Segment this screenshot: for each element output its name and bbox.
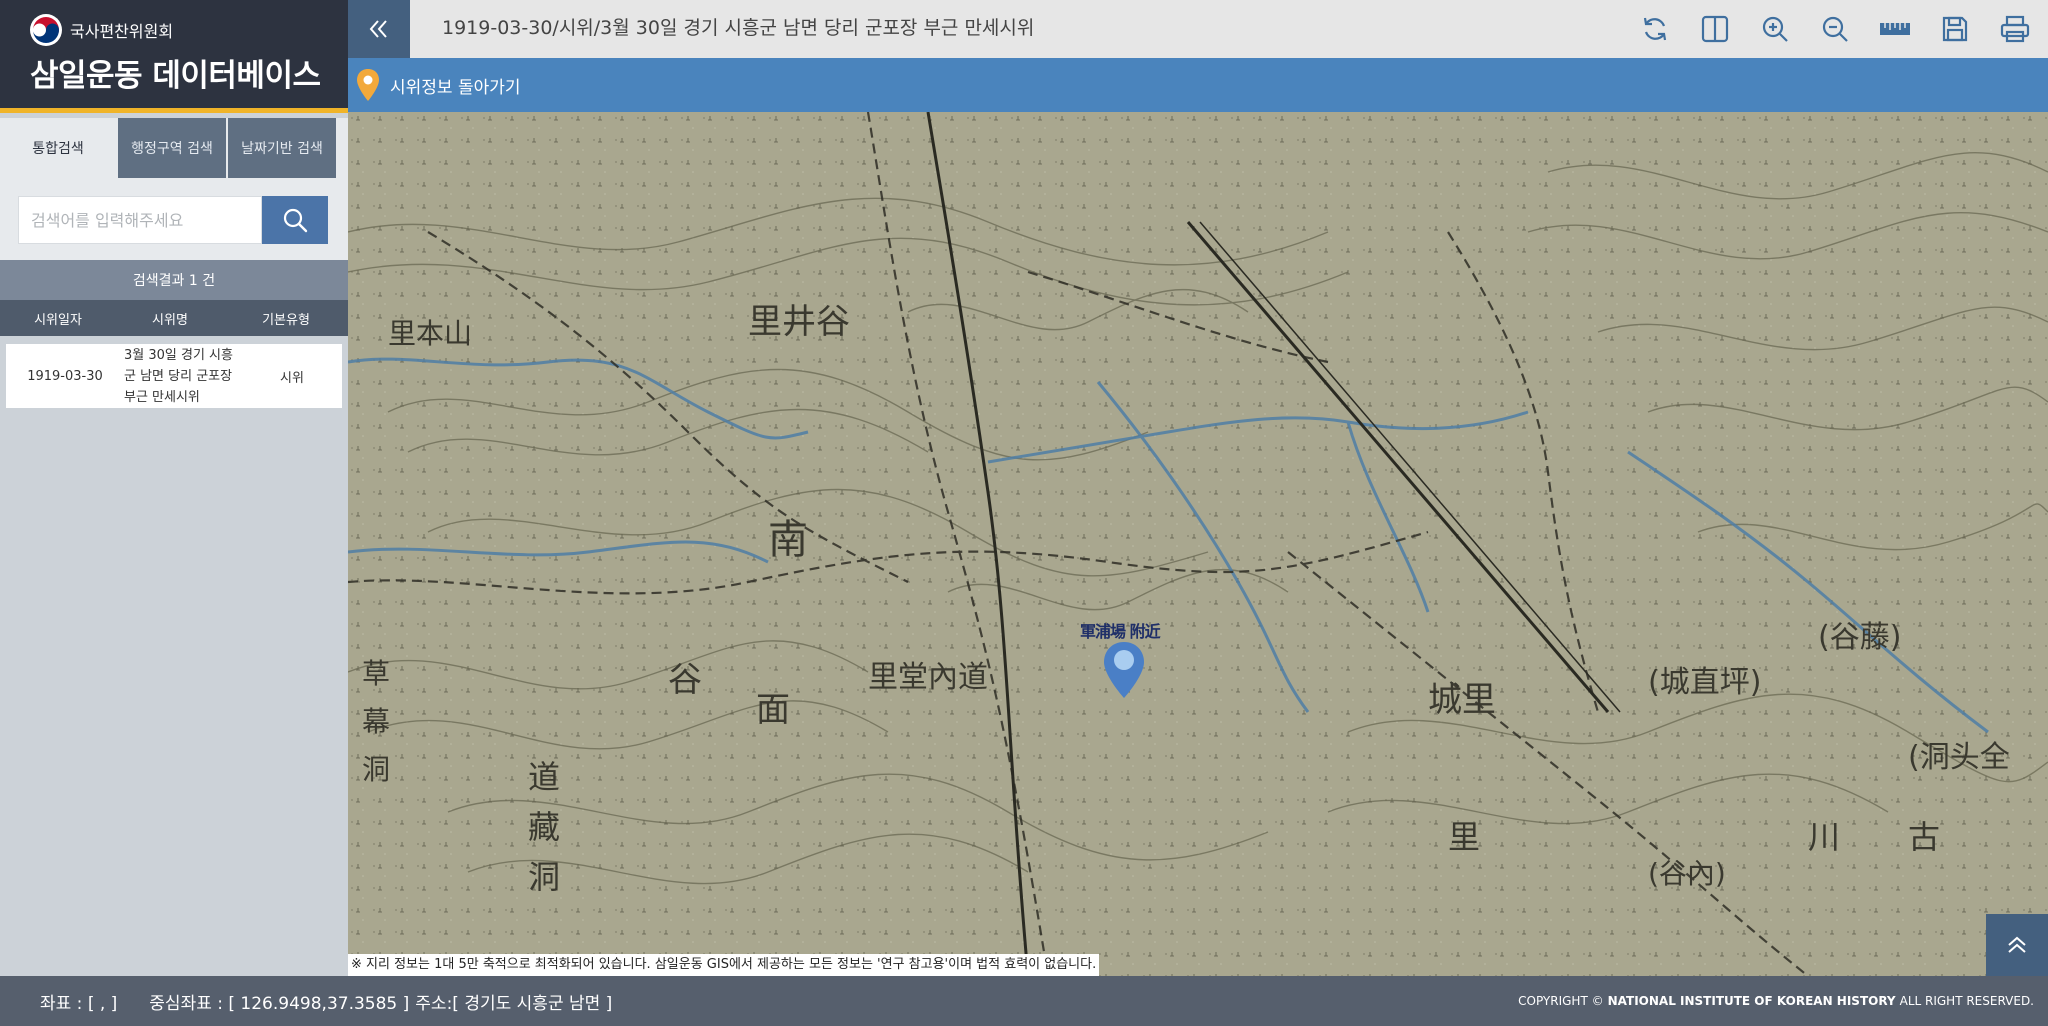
ruler-icon xyxy=(1880,23,1910,35)
double-chevron-left-icon xyxy=(369,20,387,38)
column-header-date: 시위일자 xyxy=(34,312,82,328)
map-label: (城直坪) xyxy=(1648,665,1762,700)
map-label: 洞 xyxy=(362,753,391,786)
search-button[interactable] xyxy=(262,196,328,244)
page-title: 1919-03-30/시위/3월 30일 경기 시흥군 남면 당리 군포장 부근… xyxy=(442,17,1035,39)
back-bar-label: 시위정보 돌아가기 xyxy=(390,77,521,98)
map-label: 里 xyxy=(1448,818,1481,856)
zoom-in-button[interactable] xyxy=(1752,6,1798,52)
refresh-icon xyxy=(1643,17,1667,41)
zoom-out-icon xyxy=(1822,16,1848,42)
copyright-suffix: ALL RIGHT RESERVED. xyxy=(1899,994,2034,1008)
search-area xyxy=(0,178,348,260)
column-header-name: 시위명 xyxy=(152,312,188,328)
historic-map-image xyxy=(348,112,2048,976)
save-icon xyxy=(1942,16,1968,42)
split-view-button[interactable] xyxy=(1692,6,1738,52)
zoom-in-icon xyxy=(1762,16,1788,42)
app-title[interactable]: 삼일운동 데이터베이스 xyxy=(30,50,321,95)
column-header-type: 기본유형 xyxy=(262,312,310,328)
refresh-button[interactable] xyxy=(1632,6,1678,52)
ruler-button[interactable] xyxy=(1872,6,1918,52)
marker-label: 軍浦場 附近 xyxy=(1080,622,1161,641)
search-icon xyxy=(283,208,308,233)
map-label: 里井谷 xyxy=(748,302,850,342)
copyright-prefix: COPYRIGHT © xyxy=(1518,994,1604,1008)
row-name: 3월 30일 경기 시흥군 남면 당리 군포장 부근 만세시위 xyxy=(124,347,233,405)
map-label: (谷內) xyxy=(1648,857,1726,890)
map-marker-icon[interactable] xyxy=(1102,640,1146,700)
map-label: 道 xyxy=(528,758,561,796)
copyright-org: NATIONAL INSTITUTE OF KOREAN HISTORY xyxy=(1607,994,1896,1008)
collapse-sidebar-button[interactable] xyxy=(348,0,410,58)
row-date: 1919-03-30 xyxy=(27,368,103,384)
map-label: 草 xyxy=(362,657,391,690)
map-label: 幕 xyxy=(362,705,391,738)
map-label: 洞 xyxy=(528,858,561,896)
map-notice: ※ 지리 정보는 1대 5만 축적으로 최적화되어 있습니다. 삼일운동 GIS… xyxy=(348,954,1100,976)
map-label: (谷藤) xyxy=(1818,620,1902,655)
print-button[interactable] xyxy=(1992,6,2038,52)
map-label: 城里 xyxy=(1428,680,1496,720)
org-logo[interactable]: 국사편찬위원회 xyxy=(30,14,173,46)
table-row[interactable]: 1919-03-30 3월 30일 경기 시흥군 남면 당리 군포장 부근 만세… xyxy=(6,344,342,408)
print-icon xyxy=(2000,15,2030,43)
map-label: 川 xyxy=(1808,818,1841,856)
result-table-header: 시위일자 시위명 기본유형 xyxy=(0,300,348,336)
map-label: 南 xyxy=(768,517,808,563)
org-name: 국사편찬위원회 xyxy=(70,22,174,41)
address: 주소:[ 경기도 시흥군 남면 ] xyxy=(415,993,613,1014)
row-type: 시위 xyxy=(280,370,304,386)
map-label: 谷 xyxy=(668,660,702,700)
split-view-icon xyxy=(1701,15,1729,43)
center-coords: 중심좌표 : [ 126.9498,37.3585 ] xyxy=(149,993,410,1014)
map-label: 藏 xyxy=(528,808,561,846)
tab-integrated-search[interactable]: 통합검색 xyxy=(0,118,116,178)
brand-header: 국사편찬위원회 삼일운동 데이터베이스 xyxy=(0,0,348,113)
map-label: 里堂內道 xyxy=(868,660,988,695)
sidebar: 국사편찬위원회 삼일운동 데이터베이스 통합검색 행정구역 검색 날짜기반 검색… xyxy=(0,0,348,976)
map-label: 古 xyxy=(1908,818,1941,856)
footer: 좌표 : [ , ] 중심좌표 : [ 126.9498,37.3585 ] 주… xyxy=(0,976,2048,1026)
top-bar: 1919-03-30/시위/3월 30일 경기 시흥군 남면 당리 군포장 부근… xyxy=(348,0,2048,58)
tab-region-search[interactable]: 행정구역 검색 xyxy=(116,118,226,178)
search-tabs: 통합검색 행정구역 검색 날짜기반 검색 xyxy=(0,118,348,178)
save-button[interactable] xyxy=(1932,6,1978,52)
cursor-coords: 좌표 : [ , ] xyxy=(40,993,118,1014)
map-label: (洞头全 xyxy=(1908,740,2010,775)
map-toolbar xyxy=(1632,0,2038,58)
result-count: 검색결과 1 건 xyxy=(0,260,348,300)
map-view[interactable]: 里井谷 里本山 南 面 里堂內道 城里 (城直坪) (谷藤) (洞头全 (谷內)… xyxy=(348,112,2048,976)
zoom-out-button[interactable] xyxy=(1812,6,1858,52)
tab-date-search[interactable]: 날짜기반 검색 xyxy=(226,118,336,178)
taegeuk-emblem-icon xyxy=(30,14,62,46)
back-to-protest-info-bar[interactable]: 시위정보 돌아가기 xyxy=(348,58,2048,112)
location-pin-icon xyxy=(357,69,379,101)
search-input[interactable] xyxy=(18,196,262,244)
double-chevron-up-icon xyxy=(2008,936,2026,953)
map-label: 面 xyxy=(756,690,790,730)
map-label: 里本山 xyxy=(388,317,473,350)
scroll-top-button[interactable] xyxy=(1986,914,2048,976)
